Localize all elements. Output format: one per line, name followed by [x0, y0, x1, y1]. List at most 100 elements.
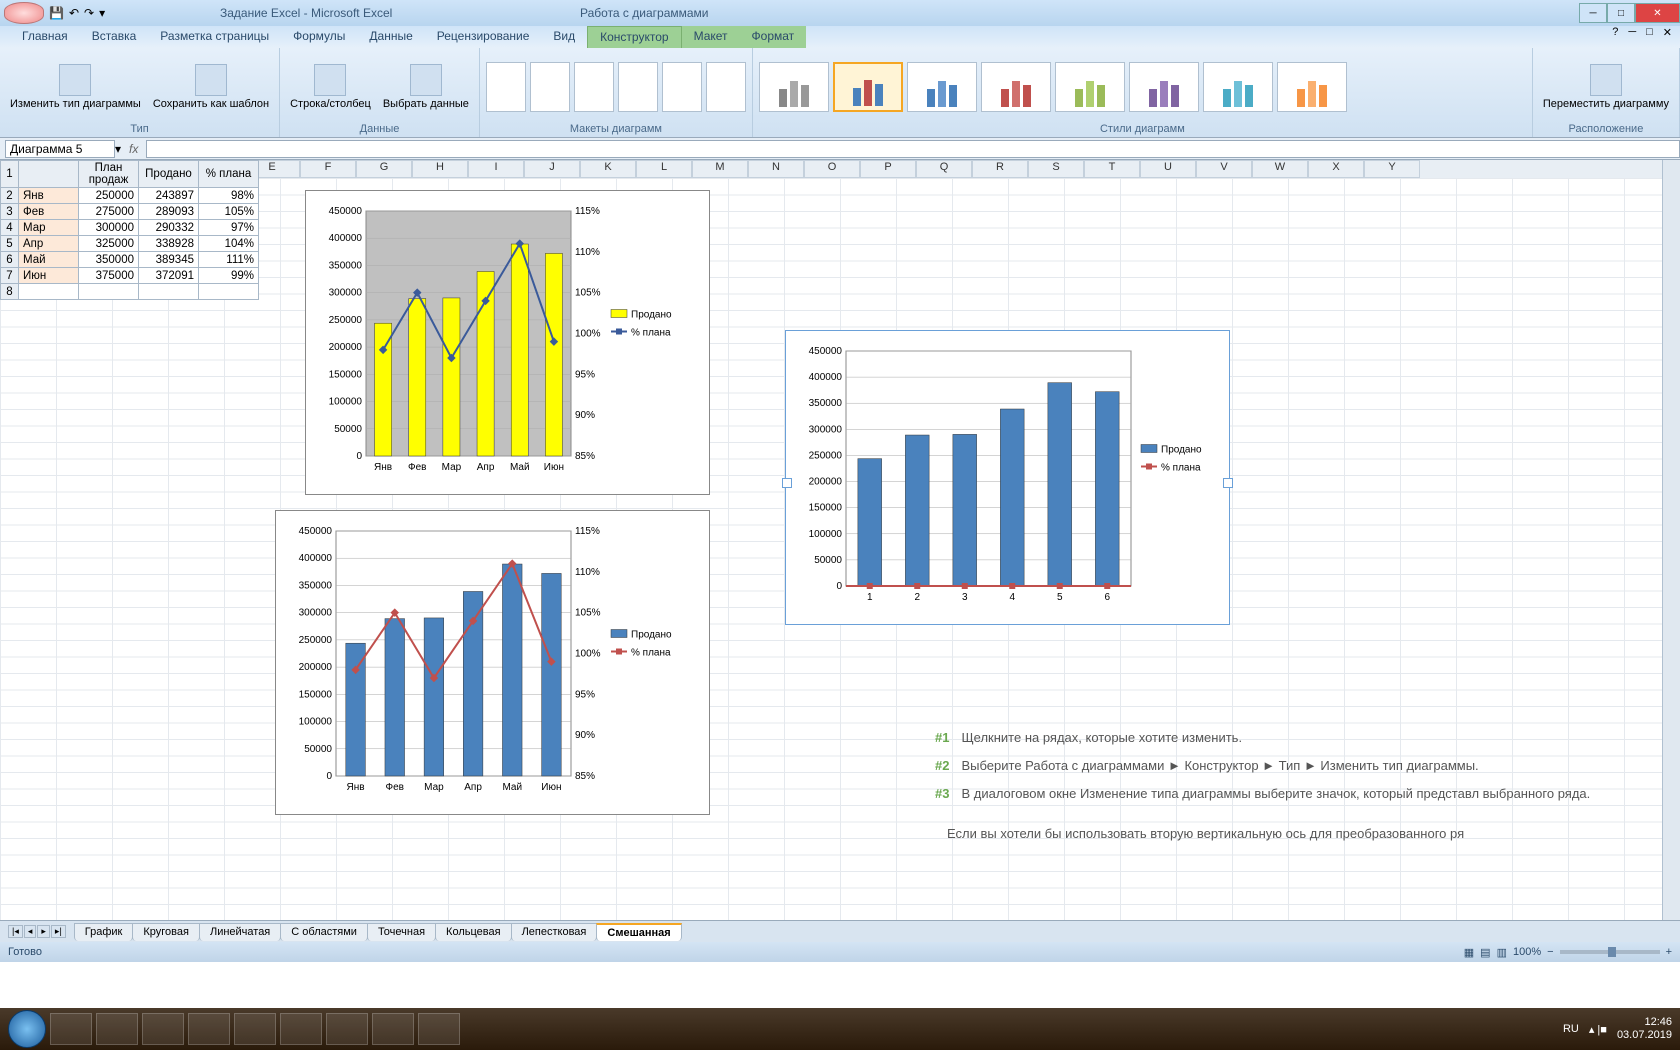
svg-text:100000: 100000	[299, 717, 333, 728]
svg-text:95%: 95%	[575, 369, 595, 380]
view-break-icon[interactable]: ▥	[1497, 946, 1507, 959]
data-table[interactable]: 1План продажПродано% плана2Янв2500002438…	[0, 160, 259, 300]
qat-save-icon[interactable]: 💾	[49, 6, 64, 20]
taskbar-excel-icon[interactable]	[326, 1013, 368, 1045]
svg-text:450000: 450000	[329, 206, 363, 217]
view-layout-icon[interactable]: ▤	[1480, 946, 1490, 959]
tray-clock[interactable]: 12:4603.07.2019	[1617, 1016, 1672, 1042]
formula-bar-row: Диаграмма 5 ▾ fх	[0, 138, 1680, 160]
tab-view[interactable]: Вид	[541, 26, 587, 48]
svg-text:Мар: Мар	[424, 782, 444, 793]
taskbar-magnifier-icon[interactable]	[418, 1013, 460, 1045]
svg-text:300000: 300000	[809, 424, 843, 435]
tab-nav-first[interactable]: |◂	[8, 925, 23, 938]
qat-undo-icon[interactable]: ↶	[69, 6, 79, 20]
zoom-level[interactable]: 100%	[1513, 946, 1541, 958]
tray-lang[interactable]: RU	[1563, 1023, 1579, 1035]
group-data: Данные	[286, 123, 473, 135]
help-icon[interactable]: ?	[1608, 26, 1622, 39]
tab-design[interactable]: Конструктор	[587, 26, 681, 48]
svg-text:6: 6	[1104, 592, 1110, 603]
tab-nav-prev[interactable]: ◂	[24, 925, 37, 938]
qat-dropdown-icon[interactable]: ▾	[99, 6, 105, 20]
office-button[interactable]	[4, 2, 44, 24]
sheet-tab-bar: |◂ ◂ ▸ ▸| ГрафикКруговаяЛинейчатаяС обла…	[0, 920, 1680, 942]
taskbar-chrome-icon[interactable]	[188, 1013, 230, 1045]
tab-format[interactable]: Формат	[740, 26, 807, 48]
svg-text:1: 1	[867, 592, 873, 603]
tab-home[interactable]: Главная	[10, 26, 80, 48]
tab-nav-last[interactable]: ▸|	[51, 925, 66, 938]
svg-text:200000: 200000	[329, 342, 363, 353]
save-template-button[interactable]: Сохранить как шаблон	[149, 62, 273, 112]
group-layouts: Макеты диаграмм	[486, 123, 746, 135]
sheet-tab[interactable]: Точечная	[367, 923, 436, 941]
svg-text:100%: 100%	[575, 329, 601, 340]
svg-text:Мар: Мар	[442, 462, 462, 473]
sheet-tab[interactable]: Кольцевая	[435, 923, 512, 941]
svg-text:200000: 200000	[299, 662, 333, 673]
formula-bar[interactable]	[146, 140, 1680, 158]
tab-insert[interactable]: Вставка	[80, 26, 149, 48]
chart-2[interactable]: 0500001000001500002000002500003000003500…	[275, 510, 710, 815]
sheet-tab[interactable]: Линейчатая	[199, 923, 281, 941]
zoom-in[interactable]: +	[1666, 946, 1672, 958]
chart-3-selected[interactable]: 0500001000001500002000002500003000003500…	[785, 330, 1230, 625]
window-close[interactable]: ✕	[1635, 3, 1680, 23]
tab-layout[interactable]: Макет	[682, 26, 740, 48]
select-data-button[interactable]: Выбрать данные	[379, 62, 473, 112]
vertical-scrollbar[interactable]	[1662, 160, 1680, 920]
chart-layouts-gallery[interactable]	[486, 51, 746, 123]
chart-styles-gallery[interactable]	[759, 51, 1526, 123]
taskbar-app-icon[interactable]	[142, 1013, 184, 1045]
sheet-tab[interactable]: С областями	[280, 923, 368, 941]
svg-text:Июн: Июн	[544, 462, 564, 473]
svg-text:300000: 300000	[329, 288, 363, 299]
zoom-slider[interactable]	[1560, 950, 1660, 954]
chart-1[interactable]: 0500001000001500002000002500003000003500…	[305, 190, 710, 495]
tray-flag-icon[interactable]: ▴ |■	[1589, 1023, 1607, 1036]
sheet-tab[interactable]: Лепестковая	[511, 923, 598, 941]
sheet-tab[interactable]: Смешанная	[596, 923, 681, 941]
svg-text:400000: 400000	[329, 233, 363, 244]
zoom-out[interactable]: −	[1547, 946, 1553, 958]
taskbar-ie-icon[interactable]	[50, 1013, 92, 1045]
fx-icon[interactable]: fх	[129, 142, 138, 156]
switch-row-col-button[interactable]: Строка/столбец	[286, 62, 375, 112]
namebox-dropdown-icon[interactable]: ▾	[115, 142, 121, 156]
doc-restore[interactable]: □	[1642, 26, 1657, 39]
start-button[interactable]	[8, 1010, 46, 1048]
move-chart-button[interactable]: Переместить диаграмму	[1539, 62, 1673, 112]
tab-formulas[interactable]: Формулы	[281, 26, 357, 48]
sheet-tab[interactable]: График	[74, 923, 134, 941]
svg-text:90%: 90%	[575, 410, 595, 421]
window-maximize[interactable]: □	[1607, 3, 1635, 23]
tab-pagelayout[interactable]: Разметка страницы	[148, 26, 281, 48]
svg-text:90%: 90%	[575, 730, 595, 741]
status-bar: Готово ▦ ▤ ▥ 100% − +	[0, 942, 1680, 962]
svg-text:Апр: Апр	[477, 462, 495, 473]
window-minimize[interactable]: ─	[1579, 3, 1607, 23]
doc-minimize[interactable]: ─	[1624, 26, 1640, 39]
svg-text:% плана: % плана	[631, 328, 671, 339]
doc-close[interactable]: ✕	[1659, 26, 1676, 39]
taskbar-explorer-icon[interactable]	[96, 1013, 138, 1045]
svg-text:250000: 250000	[809, 450, 843, 461]
svg-text:% плана: % плана	[631, 648, 671, 659]
svg-text:150000: 150000	[809, 503, 843, 514]
taskbar-sketchup-icon[interactable]	[280, 1013, 322, 1045]
qat-redo-icon[interactable]: ↷	[84, 6, 94, 20]
taskbar-media-icon[interactable]	[234, 1013, 276, 1045]
view-normal-icon[interactable]: ▦	[1464, 946, 1474, 959]
svg-text:Май: Май	[502, 782, 522, 793]
document-title: Задание Excel - Microsoft Excel	[220, 6, 392, 20]
tab-data[interactable]: Данные	[357, 26, 424, 48]
svg-text:350000: 350000	[299, 580, 333, 591]
change-chart-type-button[interactable]: Изменить тип диаграммы	[6, 62, 145, 112]
sheet-tab[interactable]: Круговая	[132, 923, 200, 941]
tab-nav-next[interactable]: ▸	[37, 925, 50, 938]
name-box[interactable]: Диаграмма 5	[5, 140, 115, 158]
svg-text:0: 0	[356, 451, 362, 462]
tab-review[interactable]: Рецензирование	[425, 26, 542, 48]
taskbar-word-icon[interactable]	[372, 1013, 414, 1045]
